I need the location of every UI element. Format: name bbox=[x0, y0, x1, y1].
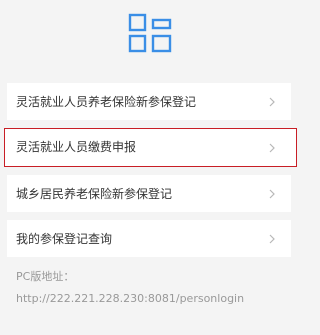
chevron-right-icon bbox=[269, 234, 275, 244]
chevron-right-icon bbox=[269, 189, 275, 199]
menu-item-label: 我的参保登记查询 bbox=[16, 232, 113, 246]
chevron-right-icon bbox=[269, 143, 275, 153]
menu-item-flexible-payment-declaration[interactable]: 灵活就业人员缴费申报 bbox=[4, 128, 297, 167]
menu-item-resident-pension-registration[interactable]: 城乡居民养老保险新参保登记 bbox=[7, 175, 291, 212]
menu-item-label: 灵活就业人员缴费申报 bbox=[16, 140, 137, 154]
pc-address-label: PC版地址： bbox=[16, 270, 75, 283]
chevron-right-icon bbox=[269, 97, 275, 107]
menu-item-flexible-pension-registration[interactable]: 灵活就业人员养老保险新参保登记 bbox=[7, 83, 291, 120]
menu-item-label: 城乡居民养老保险新参保登记 bbox=[16, 187, 173, 201]
pc-address-url[interactable]: http://222.221.228.230:8081/personlogin bbox=[16, 288, 244, 310]
service-menu: 灵活就业人员养老保险新参保登记 灵活就业人员缴费申报 城乡居民养老保险新参保登记… bbox=[4, 83, 297, 265]
menu-item-registration-query[interactable]: 我的参保登记查询 bbox=[7, 220, 291, 257]
pc-address-footer: PC版地址： http://222.221.228.230:8081/perso… bbox=[16, 266, 244, 310]
grid-apps-icon bbox=[128, 13, 172, 53]
menu-item-label: 灵活就业人员养老保险新参保登记 bbox=[16, 95, 197, 109]
